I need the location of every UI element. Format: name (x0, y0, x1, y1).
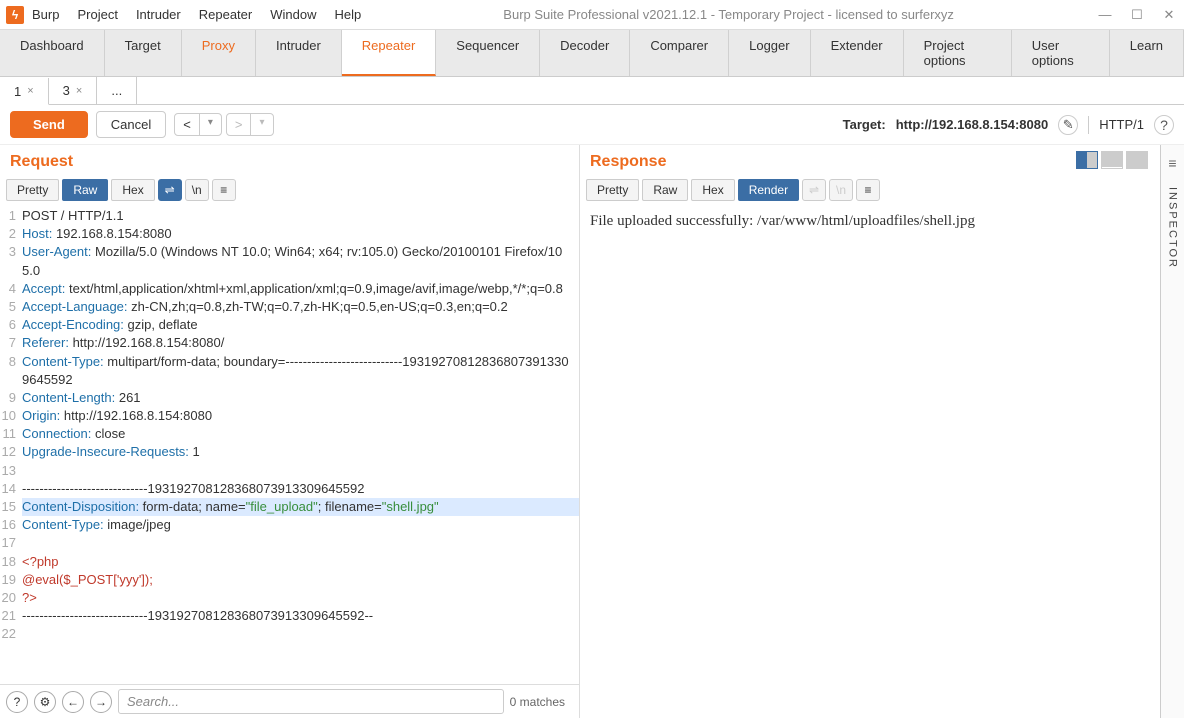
tab-decoder[interactable]: Decoder (540, 30, 630, 76)
search-input[interactable]: Search... (118, 689, 504, 714)
newline-icon[interactable]: ⇌ (802, 179, 826, 201)
layout-split-horizontal[interactable] (1101, 151, 1123, 169)
wrap-icon[interactable]: \n (185, 179, 209, 201)
main-tabbar: DashboardTargetProxyIntruderRepeaterSequ… (0, 30, 1184, 77)
app-icon: ϟ (6, 6, 24, 24)
close-icon[interactable]: × (27, 85, 33, 97)
help-icon[interactable]: ? (6, 691, 28, 713)
repeater-tab-3[interactable]: 3× (49, 77, 98, 104)
response-body: File uploaded successfully: /var/www/htm… (580, 205, 1183, 718)
tab-proxy[interactable]: Proxy (182, 30, 256, 76)
hamburger-icon[interactable]: ≡ (212, 179, 236, 201)
menu-bar: Burp Project Intruder Repeater Window He… (32, 7, 361, 22)
tab-comparer[interactable]: Comparer (630, 30, 729, 76)
wrap-icon[interactable]: \n (829, 179, 853, 201)
request-view-pretty[interactable]: Pretty (6, 179, 59, 201)
layout-split-vertical[interactable] (1076, 151, 1098, 169)
menu-window[interactable]: Window (270, 7, 316, 22)
close-icon[interactable]: × (76, 85, 82, 97)
tab-logger[interactable]: Logger (729, 30, 810, 76)
repeater-tab-...[interactable]: ... (97, 77, 137, 104)
settings-icon[interactable]: ⚙ (34, 691, 56, 713)
menu-repeater[interactable]: Repeater (199, 7, 252, 22)
tab-user-options[interactable]: User options (1012, 30, 1110, 76)
tab-learn[interactable]: Learn (1110, 30, 1184, 76)
tab-project-options[interactable]: Project options (904, 30, 1012, 76)
menu-burp[interactable]: Burp (32, 7, 59, 22)
cancel-button[interactable]: Cancel (96, 111, 166, 138)
repeater-tab-1[interactable]: 1× (0, 78, 49, 105)
help-icon[interactable]: ? (1154, 115, 1174, 135)
divider (1088, 116, 1089, 134)
request-editor[interactable]: 1POST / HTTP/1.12Host: 192.168.8.154:808… (0, 205, 579, 684)
prev-match-icon[interactable]: ← (62, 691, 84, 713)
tab-intruder[interactable]: Intruder (256, 30, 342, 76)
minimize-icon[interactable]: — (1096, 7, 1114, 23)
layout-single[interactable] (1126, 151, 1148, 169)
tab-target[interactable]: Target (105, 30, 182, 76)
inspector-label: INSPECTOR (1167, 187, 1179, 269)
response-view-hex[interactable]: Hex (691, 179, 734, 201)
tab-extender[interactable]: Extender (811, 30, 904, 76)
close-icon[interactable]: ✕ (1160, 7, 1178, 23)
match-count: 0 matches (510, 695, 573, 709)
request-view-hex[interactable]: Hex (111, 179, 154, 201)
newline-icon[interactable]: ⇌ (158, 179, 182, 201)
repeater-subtabs: 1×3×... (0, 77, 1184, 105)
edit-target-icon[interactable]: ✎ (1058, 115, 1078, 135)
hamburger-icon[interactable]: ≡ (1168, 155, 1176, 171)
maximize-icon[interactable]: ☐ (1128, 7, 1146, 23)
protocol-label[interactable]: HTTP/1 (1099, 117, 1144, 132)
request-view-raw[interactable]: Raw (62, 179, 108, 201)
tab-sequencer[interactable]: Sequencer (436, 30, 540, 76)
tab-repeater[interactable]: Repeater (342, 30, 436, 76)
send-button[interactable]: Send (10, 111, 88, 138)
inspector-panel[interactable]: ≡ INSPECTOR (1160, 145, 1184, 718)
history-forward-button[interactable]: >▾ (226, 113, 274, 136)
menu-intruder[interactable]: Intruder (136, 7, 181, 22)
response-view-pretty[interactable]: Pretty (586, 179, 639, 201)
menu-help[interactable]: Help (334, 7, 361, 22)
history-back-button[interactable]: <▾ (174, 113, 222, 136)
response-view-render[interactable]: Render (738, 179, 799, 201)
response-view-raw[interactable]: Raw (642, 179, 688, 201)
target-label: Target: (843, 117, 886, 132)
window-title: Burp Suite Professional v2021.12.1 - Tem… (361, 7, 1096, 22)
target-url: http://192.168.8.154:8080 (896, 117, 1048, 132)
hamburger-icon[interactable]: ≡ (856, 179, 880, 201)
next-match-icon[interactable]: → (90, 691, 112, 713)
tab-dashboard[interactable]: Dashboard (0, 30, 105, 76)
menu-project[interactable]: Project (77, 7, 117, 22)
request-title: Request (0, 145, 579, 179)
